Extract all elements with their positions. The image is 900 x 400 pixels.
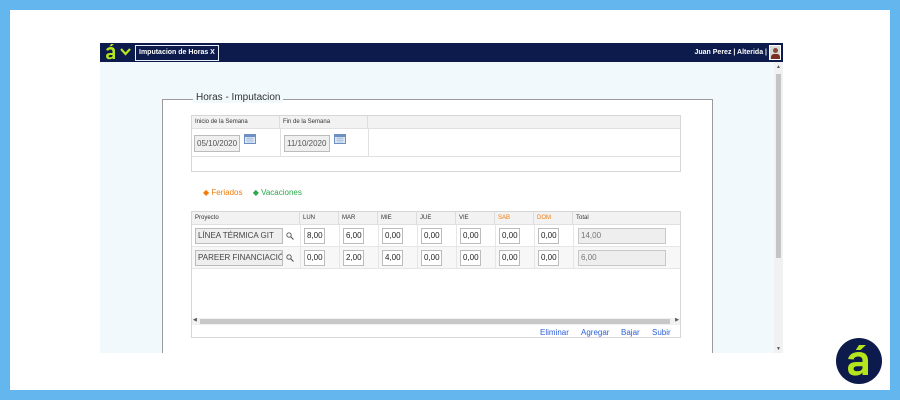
search-icon[interactable] <box>286 254 294 262</box>
hours-mie-field[interactable]: 4,00 <box>382 250 403 266</box>
col-mie: MIE <box>378 212 417 225</box>
hours-dom-field[interactable]: 0,00 <box>538 228 559 244</box>
hours-jue-field[interactable]: 0,00 <box>421 228 442 244</box>
horizontal-scrollbar[interactable]: ◀ ▶ <box>192 317 680 325</box>
hours-vie-field[interactable]: 0,00 <box>460 228 481 244</box>
proyecto-field[interactable]: PAREER FINANCIACIÓN <box>195 250 283 266</box>
legend-vacaciones: ◆ Vacaciones <box>252 188 302 197</box>
week-selector: Inicio de la Semana Fin de la Semana 05/… <box>191 115 681 172</box>
col-total: Total <box>576 215 589 221</box>
content-area: Horas - Imputacion Inicio de la Semana F… <box>100 62 774 353</box>
legend-feriados: ◆ Feriados <box>203 188 243 197</box>
hours-mar-field[interactable]: 6,00 <box>343 228 364 244</box>
calendar-icon[interactable] <box>244 134 256 144</box>
col-lun: LUN <box>300 212 339 225</box>
agregar-button[interactable]: Agregar <box>581 328 609 337</box>
end-week-field[interactable]: 11/10/2020 <box>284 135 330 152</box>
day-type-legend: ◆ Feriados ◆ Vacaciones <box>203 188 310 197</box>
vertical-scroll-thumb[interactable] <box>776 74 781 258</box>
hours-lun-field[interactable]: 8,00 <box>304 228 325 244</box>
hours-mar-field[interactable]: 2,00 <box>343 250 364 266</box>
col-vie: VIE <box>456 212 495 225</box>
top-navigation-bar: Imputacion de Horas X Juan Perez | Alter… <box>100 43 783 62</box>
chevron-down-icon[interactable] <box>120 47 131 57</box>
app-window: Imputacion de Horas X Juan Perez | Alter… <box>100 43 783 353</box>
user-info[interactable]: Juan Perez | Alterida | <box>694 47 767 58</box>
bajar-button[interactable]: Bajar <box>621 328 640 337</box>
hours-grid: Proyecto LUN MAR MIE JUE VIE SAB DOM Tot… <box>191 211 681 338</box>
eliminar-button[interactable]: Eliminar <box>540 328 569 337</box>
grid-header: Proyecto LUN MAR MIE JUE VIE SAB DOM Tot… <box>192 212 680 225</box>
hours-sab-field[interactable]: 0,00 <box>499 228 520 244</box>
hours-jue-field[interactable]: 0,00 <box>421 250 442 266</box>
col-dom: DOM <box>534 212 573 225</box>
total-field: 6,00 <box>578 250 666 266</box>
hours-mie-field[interactable]: 0,00 <box>382 228 403 244</box>
subir-button[interactable]: Subir <box>652 328 671 337</box>
brand-badge-logo-icon <box>836 338 882 384</box>
avatar[interactable] <box>769 45 781 60</box>
brand-logo-icon[interactable] <box>104 44 118 61</box>
scroll-left-icon[interactable]: ◀ <box>193 317 197 323</box>
search-icon[interactable] <box>286 232 294 240</box>
horizontal-scroll-thumb[interactable] <box>200 319 670 324</box>
table-row: PAREER FINANCIACIÓN 0,00 2,00 4,00 0,00 … <box>192 247 680 269</box>
col-mar: MAR <box>339 212 378 225</box>
scroll-right-icon[interactable]: ▶ <box>675 317 679 323</box>
start-week-label: Inicio de la Semana <box>192 116 280 129</box>
hours-vie-field[interactable]: 0,00 <box>460 250 481 266</box>
panel-title: Horas - Imputacion <box>193 92 284 103</box>
calendar-icon[interactable] <box>334 134 346 144</box>
start-week-field[interactable]: 05/10/2020 <box>194 135 240 152</box>
col-jue: JUE <box>417 212 456 225</box>
vertical-scrollbar[interactable]: ▲ ▼ <box>774 62 783 353</box>
col-sab: SAB <box>495 212 534 225</box>
table-row: LÍNEA TÉRMICA GIT 8,00 6,00 0,00 0,00 0,… <box>192 225 680 247</box>
hours-sab-field[interactable]: 0,00 <box>499 250 520 266</box>
hours-dom-field[interactable]: 0,00 <box>538 250 559 266</box>
total-field: 14,00 <box>578 228 666 244</box>
tab-imputacion-de-horas[interactable]: Imputacion de Horas X <box>135 45 219 61</box>
scroll-up-icon[interactable]: ▲ <box>776 64 781 70</box>
horas-imputacion-panel: Horas - Imputacion Inicio de la Semana F… <box>162 92 713 353</box>
hours-lun-field[interactable]: 0,00 <box>304 250 325 266</box>
proyecto-field[interactable]: LÍNEA TÉRMICA GIT <box>195 228 283 244</box>
end-week-label: Fin de la Semana <box>280 116 368 129</box>
col-proyecto: Proyecto <box>192 212 300 225</box>
grid-actions: Eliminar Agregar Bajar Subir <box>192 327 680 338</box>
scroll-down-icon[interactable]: ▼ <box>776 346 781 352</box>
week-header: Inicio de la Semana Fin de la Semana <box>192 116 680 129</box>
